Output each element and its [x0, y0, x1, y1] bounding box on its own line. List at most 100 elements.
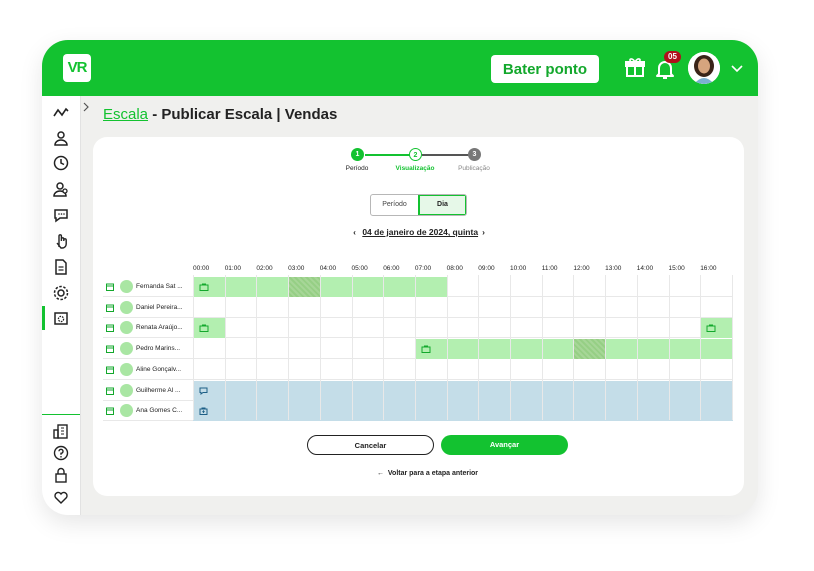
employee-row[interactable]: Aline Gonçalv... — [103, 360, 733, 380]
break-block[interactable] — [288, 277, 320, 297]
step-1-label: Período — [345, 165, 369, 172]
breadcrumb-link-escala[interactable]: Escala — [103, 106, 148, 123]
leave-block[interactable] — [193, 380, 733, 401]
hour-label: 01:00 — [224, 265, 241, 272]
briefcase-icon — [199, 283, 209, 291]
vr-logo[interactable]: VR — [63, 54, 91, 82]
employee-name: Fernanda Sat ... — [136, 283, 183, 290]
employee-avatar — [120, 342, 133, 356]
stepper-line-2 — [422, 154, 472, 156]
hour-label: 15:00 — [668, 265, 685, 272]
step-3-dot[interactable]: 3 — [468, 148, 481, 161]
step-2-dot[interactable]: 2 — [409, 148, 422, 161]
current-date: 04 de janeiro de 2024, quinta — [362, 227, 479, 237]
chevron-down-icon[interactable] — [730, 62, 744, 74]
step-1-dot[interactable]: 1 — [351, 148, 364, 161]
prev-day-arrow[interactable]: ‹ — [349, 227, 360, 237]
sidebar-divider — [42, 414, 80, 415]
grid-column-line — [288, 275, 290, 420]
chat-bubble-icon — [199, 387, 208, 395]
calendar-icon[interactable] — [106, 387, 114, 395]
next-button[interactable]: Avançar — [441, 435, 568, 455]
calendar-icon[interactable] — [106, 366, 114, 374]
team-icon[interactable] — [52, 180, 70, 198]
employee-name: Aline Gonçalv... — [136, 365, 182, 373]
shift-block[interactable] — [700, 318, 733, 339]
hour-label: 16:00 — [700, 265, 717, 272]
employee-avatar — [120, 362, 133, 376]
employee-name: Ana Gomes C... — [136, 407, 183, 415]
schedule-grid: Fernanda Sat ... Daniel Pereira... Renata … — [103, 275, 733, 422]
main-card: 1 2 3 Período Visualização Publicação Pe… — [93, 137, 744, 496]
employee-avatar — [120, 300, 133, 314]
hour-label: 10:00 — [510, 265, 527, 272]
grid-column-line — [668, 275, 670, 420]
back-link[interactable]: ← Voltar para a etapa anterior — [377, 470, 478, 477]
grid-column-line — [605, 275, 607, 420]
employee-avatar — [120, 321, 133, 335]
document-icon[interactable] — [52, 258, 70, 276]
activity-icon[interactable] — [52, 104, 70, 122]
step-3-label: Publicação — [458, 165, 490, 172]
hand-icon[interactable] — [52, 232, 70, 250]
employee-row[interactable]: Daniel Pereira... — [103, 298, 733, 318]
toggle-dia[interactable]: Dia — [418, 195, 466, 215]
leave-block[interactable] — [193, 401, 733, 422]
chevron-right-icon[interactable] — [82, 102, 90, 112]
employee-name: Pedro Marins... — [136, 345, 181, 353]
medical-bag-icon — [199, 407, 208, 416]
breadcrumb: Escala - Publicar Escala | Vendas — [103, 106, 337, 123]
hour-label: 03:00 — [288, 265, 305, 272]
back-link-label: Voltar para a etapa anterior — [387, 470, 479, 477]
shift-block[interactable] — [193, 318, 225, 339]
toggle-periodo[interactable]: Período — [371, 195, 418, 215]
lock-icon[interactable] — [52, 466, 70, 484]
hour-label: 09:00 — [478, 265, 495, 272]
calendar-icon[interactable] — [106, 345, 114, 354]
building-icon[interactable] — [52, 422, 70, 440]
hour-label: 00:00 — [193, 265, 210, 272]
help-icon[interactable] — [52, 444, 70, 462]
briefcase-icon — [706, 324, 716, 333]
calendar-icon[interactable] — [106, 283, 114, 291]
employee-name: Guilherme Al ... — [136, 386, 181, 394]
gift-icon[interactable] — [624, 56, 646, 78]
user-avatar[interactable] — [688, 52, 720, 84]
grid-column-line — [478, 275, 480, 420]
break-block[interactable] — [573, 339, 606, 360]
step-2-label: Visualização — [395, 165, 435, 172]
stepper-line-1 — [365, 154, 415, 156]
calendar-icon[interactable] — [106, 324, 114, 333]
employee-name: Renata Araújo... — [136, 324, 183, 332]
hour-label: 11:00 — [541, 265, 558, 272]
active-indicator — [42, 306, 45, 330]
clock-icon[interactable] — [52, 154, 70, 172]
heart-icon[interactable] — [52, 488, 70, 506]
grid-column-line — [351, 275, 353, 420]
calendar-icon[interactable] — [106, 304, 114, 312]
grid-column-line — [319, 275, 321, 420]
employee-name: Daniel Pereira... — [136, 303, 183, 311]
next-day-arrow[interactable]: › — [478, 227, 489, 237]
employee-avatar — [120, 280, 133, 293]
grid-column-line — [541, 275, 543, 420]
hour-label: 05:00 — [351, 265, 368, 272]
user-icon[interactable] — [52, 129, 70, 147]
grid-column-line — [510, 275, 511, 420]
sidebar — [42, 96, 81, 515]
arrow-left-icon: ← — [377, 470, 384, 477]
settings-icon[interactable] — [52, 284, 70, 302]
grid-column-line — [573, 275, 575, 420]
hour-label: 13:00 — [605, 265, 622, 272]
calendar-settings-icon[interactable] — [52, 309, 70, 327]
calendar-icon[interactable] — [106, 407, 114, 416]
grid-column-line — [414, 275, 416, 420]
grid-column-line — [446, 275, 448, 420]
top-bar: VR Bater ponto 05 — [42, 40, 758, 96]
bater-ponto-button[interactable]: Bater ponto — [491, 55, 599, 83]
hour-label: 14:00 — [636, 265, 654, 272]
chat-icon[interactable] — [52, 206, 70, 224]
hour-label: 06:00 — [383, 265, 400, 272]
cancel-button[interactable]: Cancelar — [307, 435, 434, 455]
grid-column-line — [193, 275, 194, 420]
